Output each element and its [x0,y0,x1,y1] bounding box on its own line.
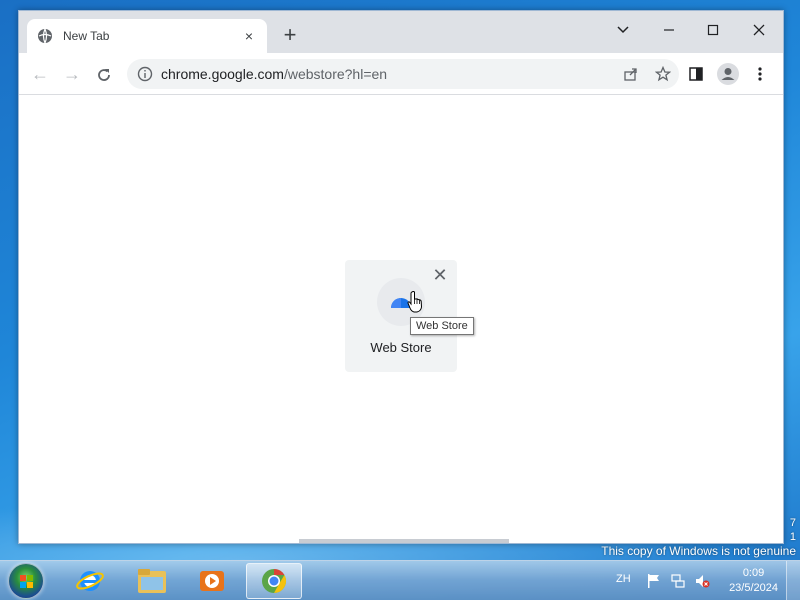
minimize-button[interactable] [649,15,689,43]
tab-close-button[interactable]: × [241,28,257,44]
clock[interactable]: 0:09 23/5/2024 [729,566,778,596]
file-explorer-icon [138,569,166,593]
language-indicator[interactable]: ZH [616,573,631,585]
profile-button[interactable] [715,61,741,87]
show-desktop-button[interactable] [786,561,800,600]
globe-icon [38,28,52,44]
clock-date: 23/5/2024 [729,582,778,594]
toolbar: ← → chrome.google.com/webstore?hl=en [19,53,783,95]
chrome-icon [262,569,287,593]
tab-new-tab[interactable]: New Tab × [27,19,267,53]
side-panel-icon [689,67,703,81]
share-button[interactable] [615,61,647,87]
close-window-button[interactable] [739,15,779,43]
watermark-text: This copy of Windows is not genuine [601,544,796,558]
bookmark-button[interactable] [647,61,679,87]
address-bar[interactable]: chrome.google.com/webstore?hl=en [127,59,679,89]
back-button[interactable]: ← [27,61,53,87]
taskbar-internet-explorer[interactable] [62,563,118,599]
tooltip: Web Store [410,317,474,335]
reload-button[interactable] [91,61,117,87]
chrome-window: New Tab × + ← → chrome.google.com/websto… [18,10,784,544]
taskbar-file-explorer[interactable] [124,563,180,599]
menu-button[interactable] [747,61,773,87]
close-icon [753,24,765,36]
chevron-down-icon [617,26,629,34]
maximize-button[interactable] [693,15,733,43]
profile-icon [717,63,739,85]
taskbar-media-player[interactable] [184,563,240,599]
minimize-icon [664,29,674,31]
url-host: chrome.google.com [161,66,284,82]
share-icon [624,68,637,81]
page-content: Web Store ✕ Web Store [19,95,783,543]
network-icon[interactable] [670,573,686,589]
star-icon [655,66,671,82]
title-bar: New Tab × + [19,11,783,53]
maximize-icon [707,25,719,36]
volume-muted-icon[interactable] [694,573,710,589]
info-icon[interactable] [137,66,153,82]
shortcut-tile-web-store[interactable]: Web Store ✕ [345,260,457,372]
reload-icon [98,69,110,82]
taskbar-chrome[interactable] [246,563,302,599]
hand-cursor-icon [407,291,423,313]
tab-search-button[interactable] [603,15,643,43]
clock-time: 0:09 [742,567,765,579]
tab-title: New Tab [63,29,110,43]
new-tab-button[interactable]: + [277,23,303,49]
internet-explorer-icon [76,571,104,591]
scrollbar[interactable] [299,539,509,543]
shortcut-remove-button[interactable]: ✕ [431,266,449,284]
url-text[interactable]: chrome.google.com/webstore?hl=en [161,66,615,82]
shortcut-label: Web Store [370,340,432,355]
taskbar: ZH 0:09 23/5/2024 [0,560,800,600]
start-button[interactable] [8,563,44,599]
forward-button[interactable]: → [59,61,85,87]
side-panel-button[interactable] [683,61,709,87]
windows-logo-icon [20,575,33,588]
flag-icon[interactable] [646,573,662,589]
media-player-icon [200,571,224,591]
url-path: /webstore?hl=en [283,66,388,82]
menu-icon [758,67,762,81]
